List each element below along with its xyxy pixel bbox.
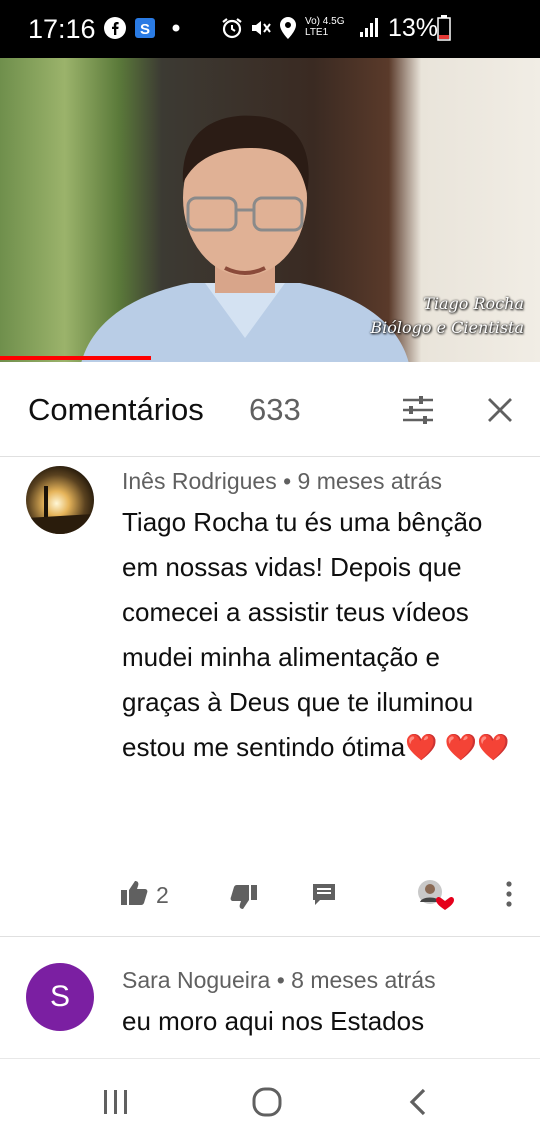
comment-text: eu moro aqui nos Estados (122, 1006, 425, 1036)
facebook-icon (104, 14, 126, 42)
battery-percent: 13% (388, 14, 439, 42)
comments-header: Comentários 633 (0, 362, 540, 457)
mute-icon (249, 14, 273, 42)
navigation-bar (0, 1058, 540, 1141)
dot-icon (172, 14, 180, 42)
location-icon (278, 14, 298, 42)
network-top: Vo) 4.5G (305, 16, 345, 27)
comments-count: 633 (249, 392, 301, 427)
like-count: 2 (156, 882, 169, 908)
comment-meta: Inês Rodrigues • 9 meses atrás (122, 468, 442, 495)
like-icon[interactable] (120, 880, 148, 906)
meta-separator: • (270, 967, 292, 993)
svg-text:S: S (140, 21, 150, 38)
comment-time: 9 meses atrás (297, 468, 442, 494)
home-icon[interactable] (252, 1087, 282, 1122)
video-player[interactable]: Tiago Rocha Biólogo e Cientista (0, 58, 540, 362)
status-bar: 17:16 S Vo) 4.5G LTE1 13% (0, 0, 540, 58)
back-icon[interactable] (408, 1087, 428, 1122)
status-time: 17:16 (28, 14, 96, 44)
creator-heart-icon (416, 878, 454, 912)
sort-filter-icon[interactable] (401, 394, 435, 431)
network-bottom: LTE1 (305, 27, 329, 38)
dislike-icon[interactable] (230, 884, 258, 910)
recents-icon[interactable] (102, 1089, 130, 1120)
alarm-icon (220, 14, 244, 42)
close-icon[interactable] (486, 396, 514, 429)
video-frame-person (81, 115, 409, 362)
avatar[interactable]: S (26, 963, 94, 1031)
app-s-icon: S (134, 14, 156, 42)
signal-icon (358, 14, 380, 42)
comment-text: Tiago Rocha tu és uma bênção em nossas v… (122, 507, 510, 762)
video-caption-name: Tiago Rocha (423, 294, 524, 313)
comment-meta: Sara Nogueira • 8 meses atrás (122, 967, 436, 994)
battery-icon (437, 14, 451, 42)
reply-icon[interactable] (311, 882, 337, 908)
video-progress-bar[interactable] (0, 356, 151, 360)
comment-author[interactable]: Inês Rodrigues (122, 468, 277, 494)
comment-item: S Sara Nogueira • 8 meses atrás eu moro … (0, 937, 540, 1058)
sunset-photo-avatar[interactable] (26, 466, 94, 534)
comment-author[interactable]: Sara Nogueira (122, 967, 270, 993)
comment-time: 8 meses atrás (291, 967, 436, 993)
more-options-icon[interactable] (505, 880, 513, 908)
video-caption-role: Biólogo e Cientista (370, 318, 524, 337)
volte-icon: Vo) 4.5G LTE1 (305, 16, 344, 44)
comment-actions: 2 (0, 876, 540, 916)
comments-title: Comentários (28, 392, 204, 427)
meta-separator: • (276, 468, 298, 494)
